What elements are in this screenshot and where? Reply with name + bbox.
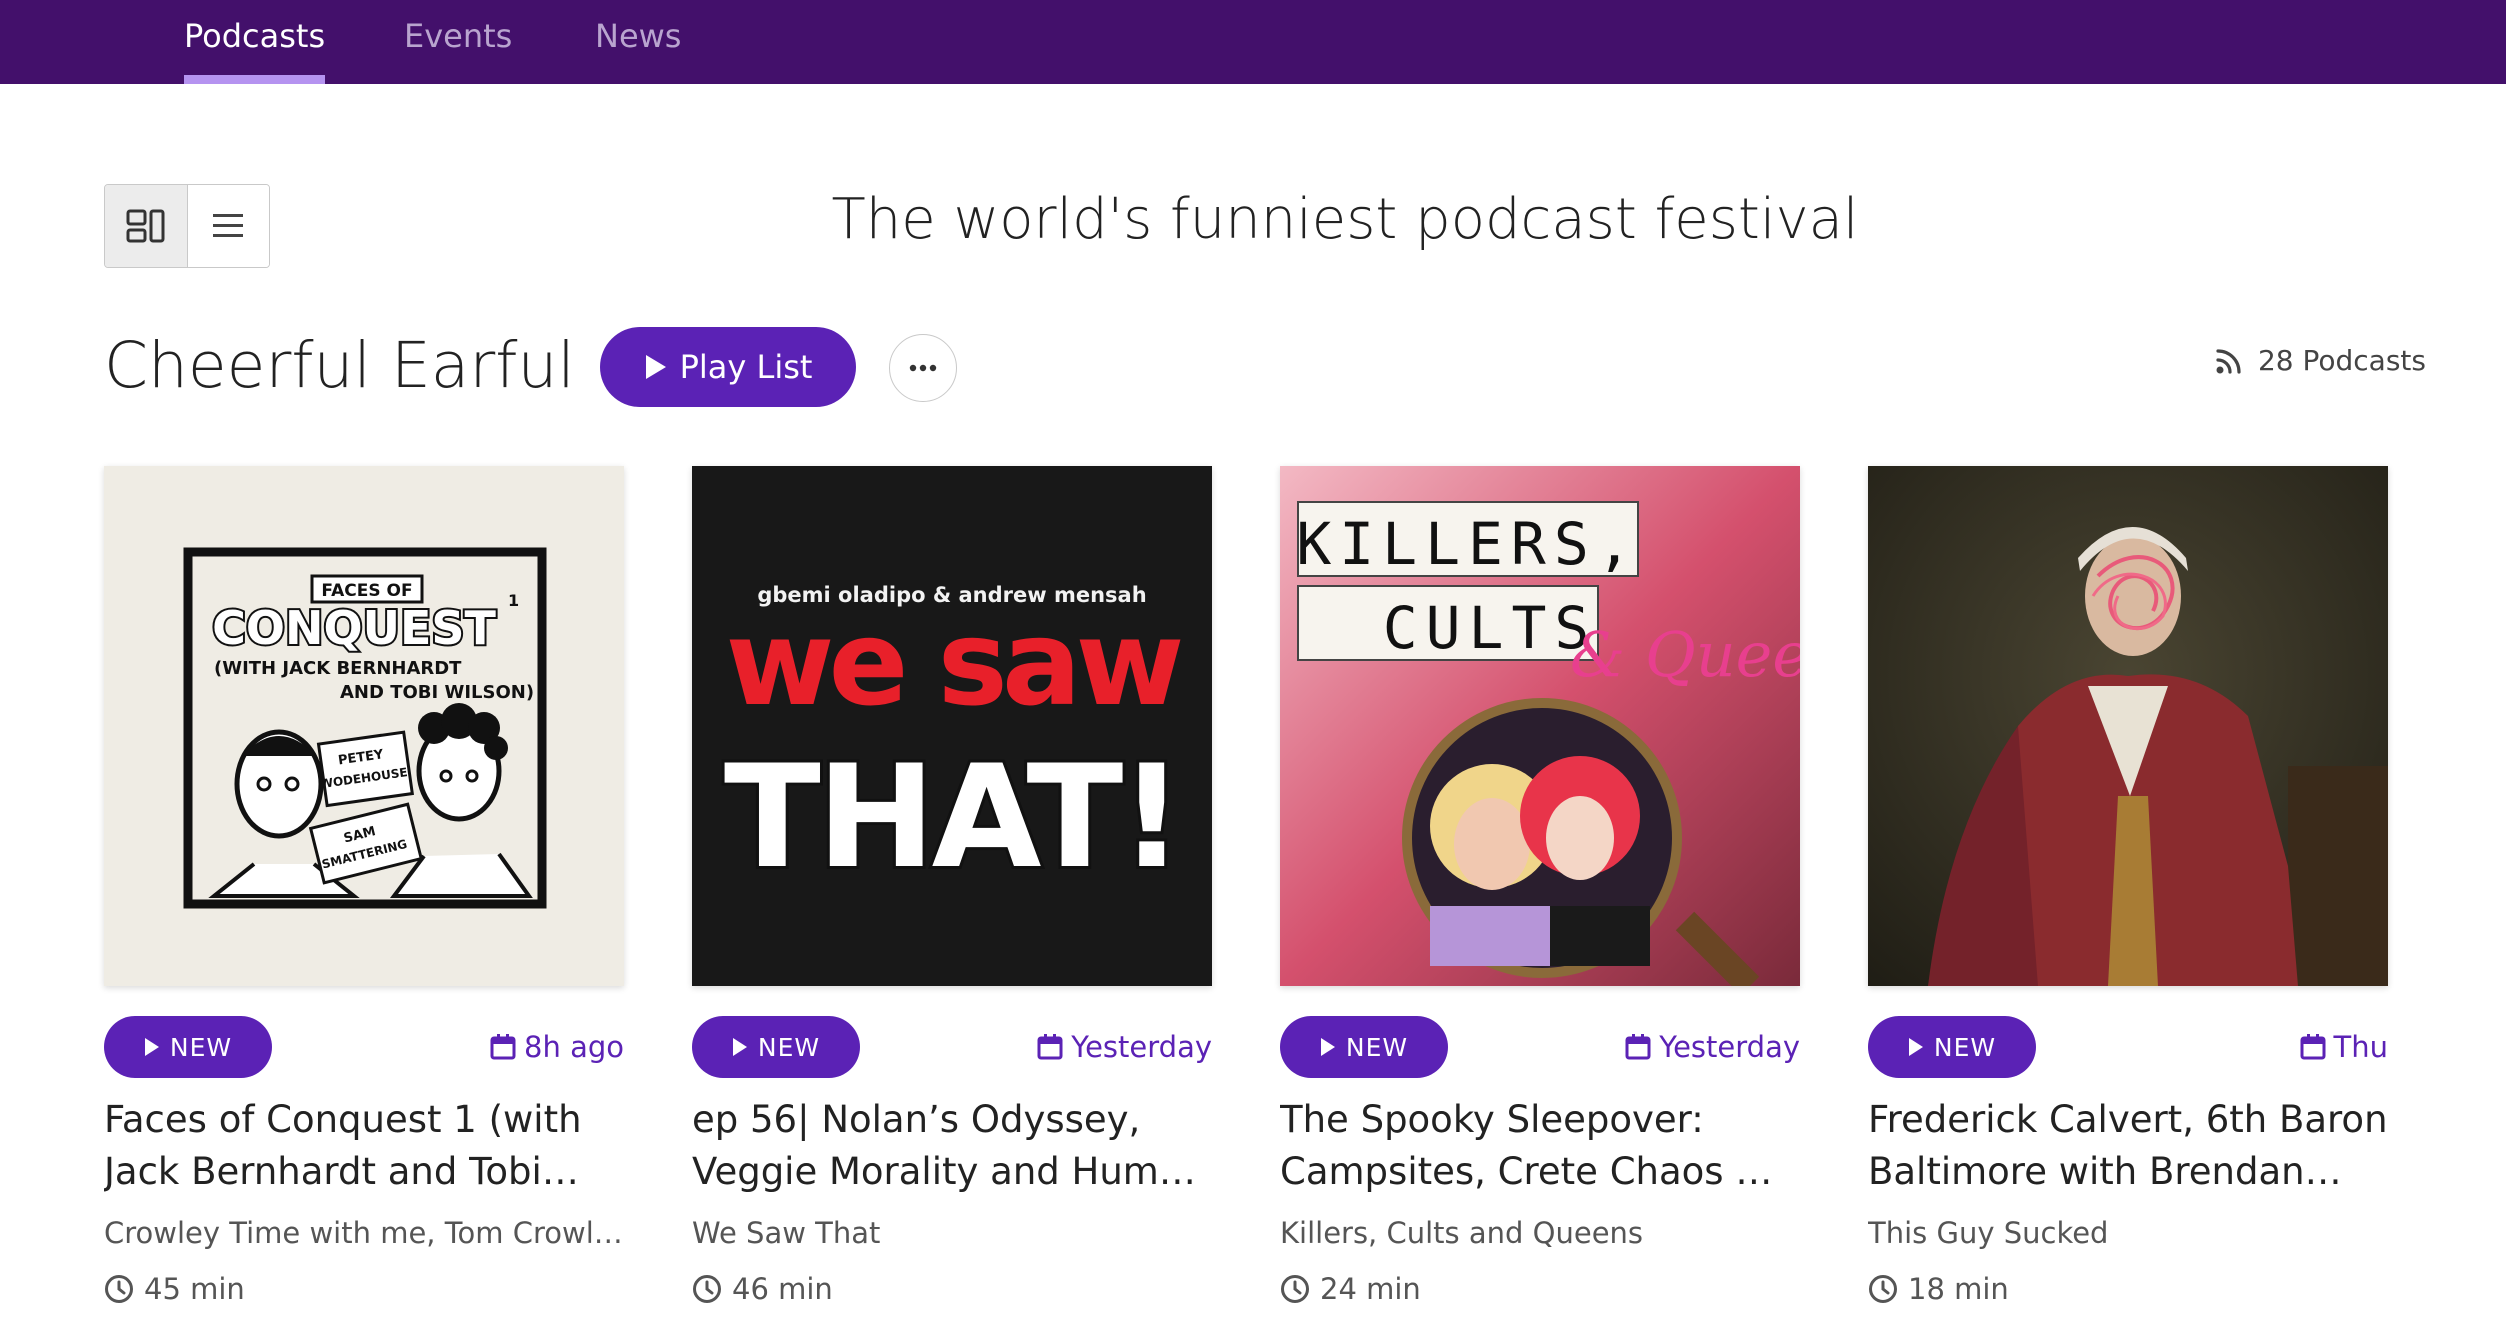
new-badge[interactable]: NEW <box>692 1016 860 1078</box>
episode-card[interactable]: FACES OF CONQUEST 1 (WITH JACK BERNHARDT… <box>104 466 624 1306</box>
tab-news[interactable]: News <box>595 0 681 84</box>
episode-title[interactable]: Frederick Calvert, 6th Baron Baltimore w… <box>1868 1094 2388 1198</box>
episode-card[interactable]: NEW Thu Frederick Calvert, 6th Baron Bal… <box>1868 466 2388 1306</box>
calendar-icon <box>490 1034 516 1060</box>
episode-duration: 24 min <box>1280 1272 1800 1306</box>
art-text-sub1: (WITH JACK BERNHARDT <box>214 658 462 679</box>
play-icon <box>645 355 666 379</box>
episode-date-label: 8h ago <box>524 1030 624 1064</box>
top-nav: Podcasts Events News <box>0 0 2506 84</box>
episode-date: Yesterday <box>1037 1030 1212 1064</box>
episode-card[interactable]: gbemi oladipo & andrew mensah we saw THA… <box>692 466 1212 1306</box>
clock-icon <box>105 1275 133 1303</box>
art-text-conquest: CONQUEST <box>212 601 496 655</box>
rss-icon <box>2216 348 2241 374</box>
duration-label: 46 min <box>732 1272 833 1306</box>
new-badge-label: NEW <box>169 1032 233 1062</box>
episode-artwork[interactable]: FACES OF CONQUEST 1 (WITH JACK BERNHARDT… <box>104 466 624 986</box>
ellipsis-icon <box>909 364 937 372</box>
calendar-icon <box>2300 1034 2326 1060</box>
episode-title[interactable]: Faces of Conquest 1 (with Jack Bernhardt… <box>104 1094 624 1198</box>
art-text-number: 1 <box>508 591 519 610</box>
show-name[interactable]: This Guy Sucked <box>1868 1216 2388 1250</box>
play-icon <box>144 1038 159 1056</box>
episode-card[interactable]: KILLERS, CULTS & Queens NEW Yesterday Th… <box>1280 466 1800 1306</box>
new-badge-label: NEW <box>1345 1032 1409 1062</box>
art-text-killers: KILLERS, <box>1296 510 1639 578</box>
episode-duration: 45 min <box>104 1272 624 1306</box>
new-badge[interactable]: NEW <box>1868 1016 2036 1078</box>
portrait-painting-art <box>1868 466 2388 986</box>
clock-icon <box>693 1275 721 1303</box>
view-toggle <box>104 184 270 268</box>
podcast-count: 28 Podcasts <box>2214 344 2426 377</box>
play-list-button[interactable]: Play List <box>600 327 856 407</box>
episode-artwork[interactable]: gbemi oladipo & andrew mensah we saw THA… <box>692 466 1212 986</box>
episode-date: Yesterday <box>1625 1030 1800 1064</box>
art-text-cults: CULTS <box>1383 594 1598 662</box>
art-text-queens: & Queens <box>1570 618 1800 691</box>
podcast-count-label: 28 Podcasts <box>2257 344 2426 377</box>
grid-view-icon <box>126 209 165 243</box>
episode-duration: 18 min <box>1868 1272 2388 1306</box>
play-icon <box>732 1038 747 1056</box>
art-text-sub2: AND TOBI WILSON) <box>340 682 534 703</box>
show-name[interactable]: Crowley Time with me, Tom Crowley <box>104 1216 624 1250</box>
episode-date-label: Yesterday <box>1071 1030 1212 1064</box>
play-icon <box>1320 1038 1335 1056</box>
episode-title[interactable]: The Spooky Sleepover: Campsites, Crete C… <box>1280 1094 1800 1198</box>
duration-label: 18 min <box>1908 1272 2009 1306</box>
play-icon <box>1908 1038 1923 1056</box>
we-saw-that-art: gbemi oladipo & andrew mensah we saw THA… <box>692 466 1212 986</box>
new-badge-label: NEW <box>757 1032 821 1062</box>
grid-view-button[interactable] <box>105 185 188 267</box>
list-view-button[interactable] <box>187 185 269 267</box>
page-headline: The world's funniest podcast festival <box>831 187 1859 252</box>
play-list-label: Play List <box>679 348 813 386</box>
more-options-button[interactable] <box>889 334 957 402</box>
calendar-icon <box>1625 1034 1651 1060</box>
duration-label: 45 min <box>144 1272 245 1306</box>
art-text-that: THAT! <box>724 735 1180 900</box>
duration-label: 24 min <box>1320 1272 1421 1306</box>
episode-date: Thu <box>2300 1030 2388 1064</box>
playlist-title: Cheerful Earful <box>104 329 575 402</box>
episode-date-label: Yesterday <box>1659 1030 1800 1064</box>
episode-date: 8h ago <box>490 1030 624 1064</box>
episode-artwork[interactable] <box>1868 466 2388 986</box>
art-text-we-saw: we saw <box>726 594 1181 732</box>
clock-icon <box>1281 1275 1309 1303</box>
show-name[interactable]: Killers, Cults and Queens <box>1280 1216 1800 1250</box>
tab-podcasts[interactable]: Podcasts <box>184 0 326 84</box>
new-badge[interactable]: NEW <box>1280 1016 1448 1078</box>
faces-of-conquest-art: FACES OF CONQUEST 1 (WITH JACK BERNHARDT… <box>183 547 547 909</box>
art-text-top: FACES OF <box>321 581 412 601</box>
new-badge-label: NEW <box>1933 1032 1997 1062</box>
new-badge[interactable]: NEW <box>104 1016 272 1078</box>
tab-events[interactable]: Events <box>404 0 512 84</box>
episode-duration: 46 min <box>692 1272 1212 1306</box>
calendar-icon <box>1037 1034 1063 1060</box>
episode-date-label: Thu <box>2333 1030 2388 1064</box>
clock-icon <box>1869 1275 1897 1303</box>
list-view-icon <box>213 214 244 237</box>
killers-cults-queens-art: KILLERS, CULTS & Queens <box>1280 466 1800 986</box>
episode-artwork[interactable]: KILLERS, CULTS & Queens <box>1280 466 1800 986</box>
episode-title[interactable]: ep 56| Nolan’s Odyssey, Veggie Morality … <box>692 1094 1212 1198</box>
show-name[interactable]: We Saw That <box>692 1216 1212 1250</box>
